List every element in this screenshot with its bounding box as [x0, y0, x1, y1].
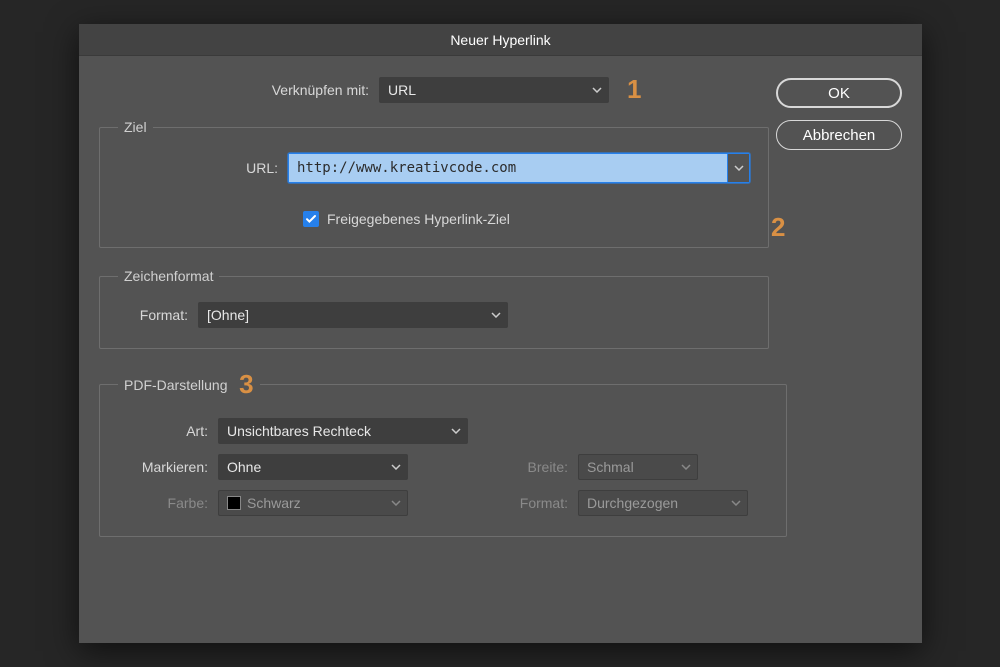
pdf-style-label: Format:: [468, 495, 578, 511]
shared-target-label: Freigegebenes Hyperlink-Ziel: [327, 211, 510, 227]
char-format-legend: Zeichenformat: [118, 268, 219, 284]
pdf-type-label: Art:: [118, 423, 218, 439]
annotation-2: 2: [771, 212, 785, 243]
pdf-color-select: Schwarz: [218, 490, 408, 516]
dialog-title: Neuer Hyperlink: [450, 32, 550, 48]
annotation-3: 3: [239, 369, 253, 399]
target-fieldset: Ziel URL: http://www.kreativcode.com Fre…: [99, 119, 769, 248]
url-label: URL:: [118, 160, 288, 176]
url-field[interactable]: http://www.kreativcode.com: [288, 153, 750, 183]
chevron-down-icon: [681, 464, 691, 470]
chevron-down-icon: [731, 500, 741, 506]
pdf-highlight-label: Markieren:: [118, 459, 218, 475]
color-swatch: [227, 496, 241, 510]
chevron-down-icon: [451, 428, 461, 434]
pdf-legend: PDF-Darstellung 3: [118, 369, 260, 400]
pdf-fieldset: PDF-Darstellung 3 Art: Unsichtbares Rech…: [99, 369, 787, 537]
hyperlink-dialog: Neuer Hyperlink OK Abbrechen Verknüpfen …: [79, 24, 922, 643]
target-legend: Ziel: [118, 119, 153, 135]
pdf-highlight-select[interactable]: Ohne: [218, 454, 408, 480]
chevron-down-icon: [391, 464, 401, 470]
pdf-style-select: Durchgezogen: [578, 490, 748, 516]
char-format-select[interactable]: [Ohne]: [198, 302, 508, 328]
pdf-type-select[interactable]: Unsichtbares Rechteck: [218, 418, 468, 444]
char-format-fieldset: Zeichenformat Format: [Ohne]: [99, 268, 769, 349]
dialog-titlebar: Neuer Hyperlink: [79, 24, 922, 56]
chevron-down-icon: [391, 500, 401, 506]
link-to-label: Verknüpfen mit:: [149, 82, 379, 98]
pdf-width-select: Schmal: [578, 454, 698, 480]
chevron-down-icon: [491, 312, 501, 318]
annotation-1: 1: [627, 74, 641, 105]
url-history-dropdown[interactable]: [727, 154, 749, 182]
char-format-label: Format:: [118, 307, 198, 323]
pdf-color-label: Farbe:: [118, 495, 218, 511]
pdf-width-label: Breite:: [468, 459, 578, 475]
shared-target-checkbox[interactable]: [303, 211, 319, 227]
link-to-select[interactable]: URL: [379, 77, 609, 103]
chevron-down-icon: [592, 87, 602, 93]
